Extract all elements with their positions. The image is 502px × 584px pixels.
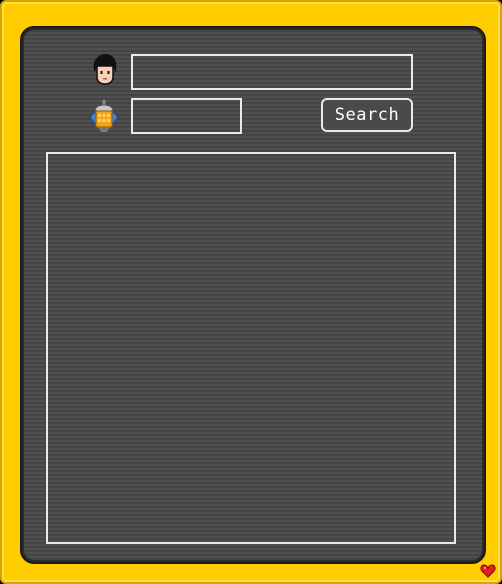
heart-icon[interactable] <box>480 563 496 579</box>
room-robot-icon <box>89 100 119 132</box>
results-list[interactable] <box>46 152 456 544</box>
username-input[interactable] <box>131 54 413 90</box>
room-input[interactable] <box>131 98 242 134</box>
search-button[interactable]: Search <box>321 98 413 132</box>
user-head-icon <box>93 54 117 85</box>
